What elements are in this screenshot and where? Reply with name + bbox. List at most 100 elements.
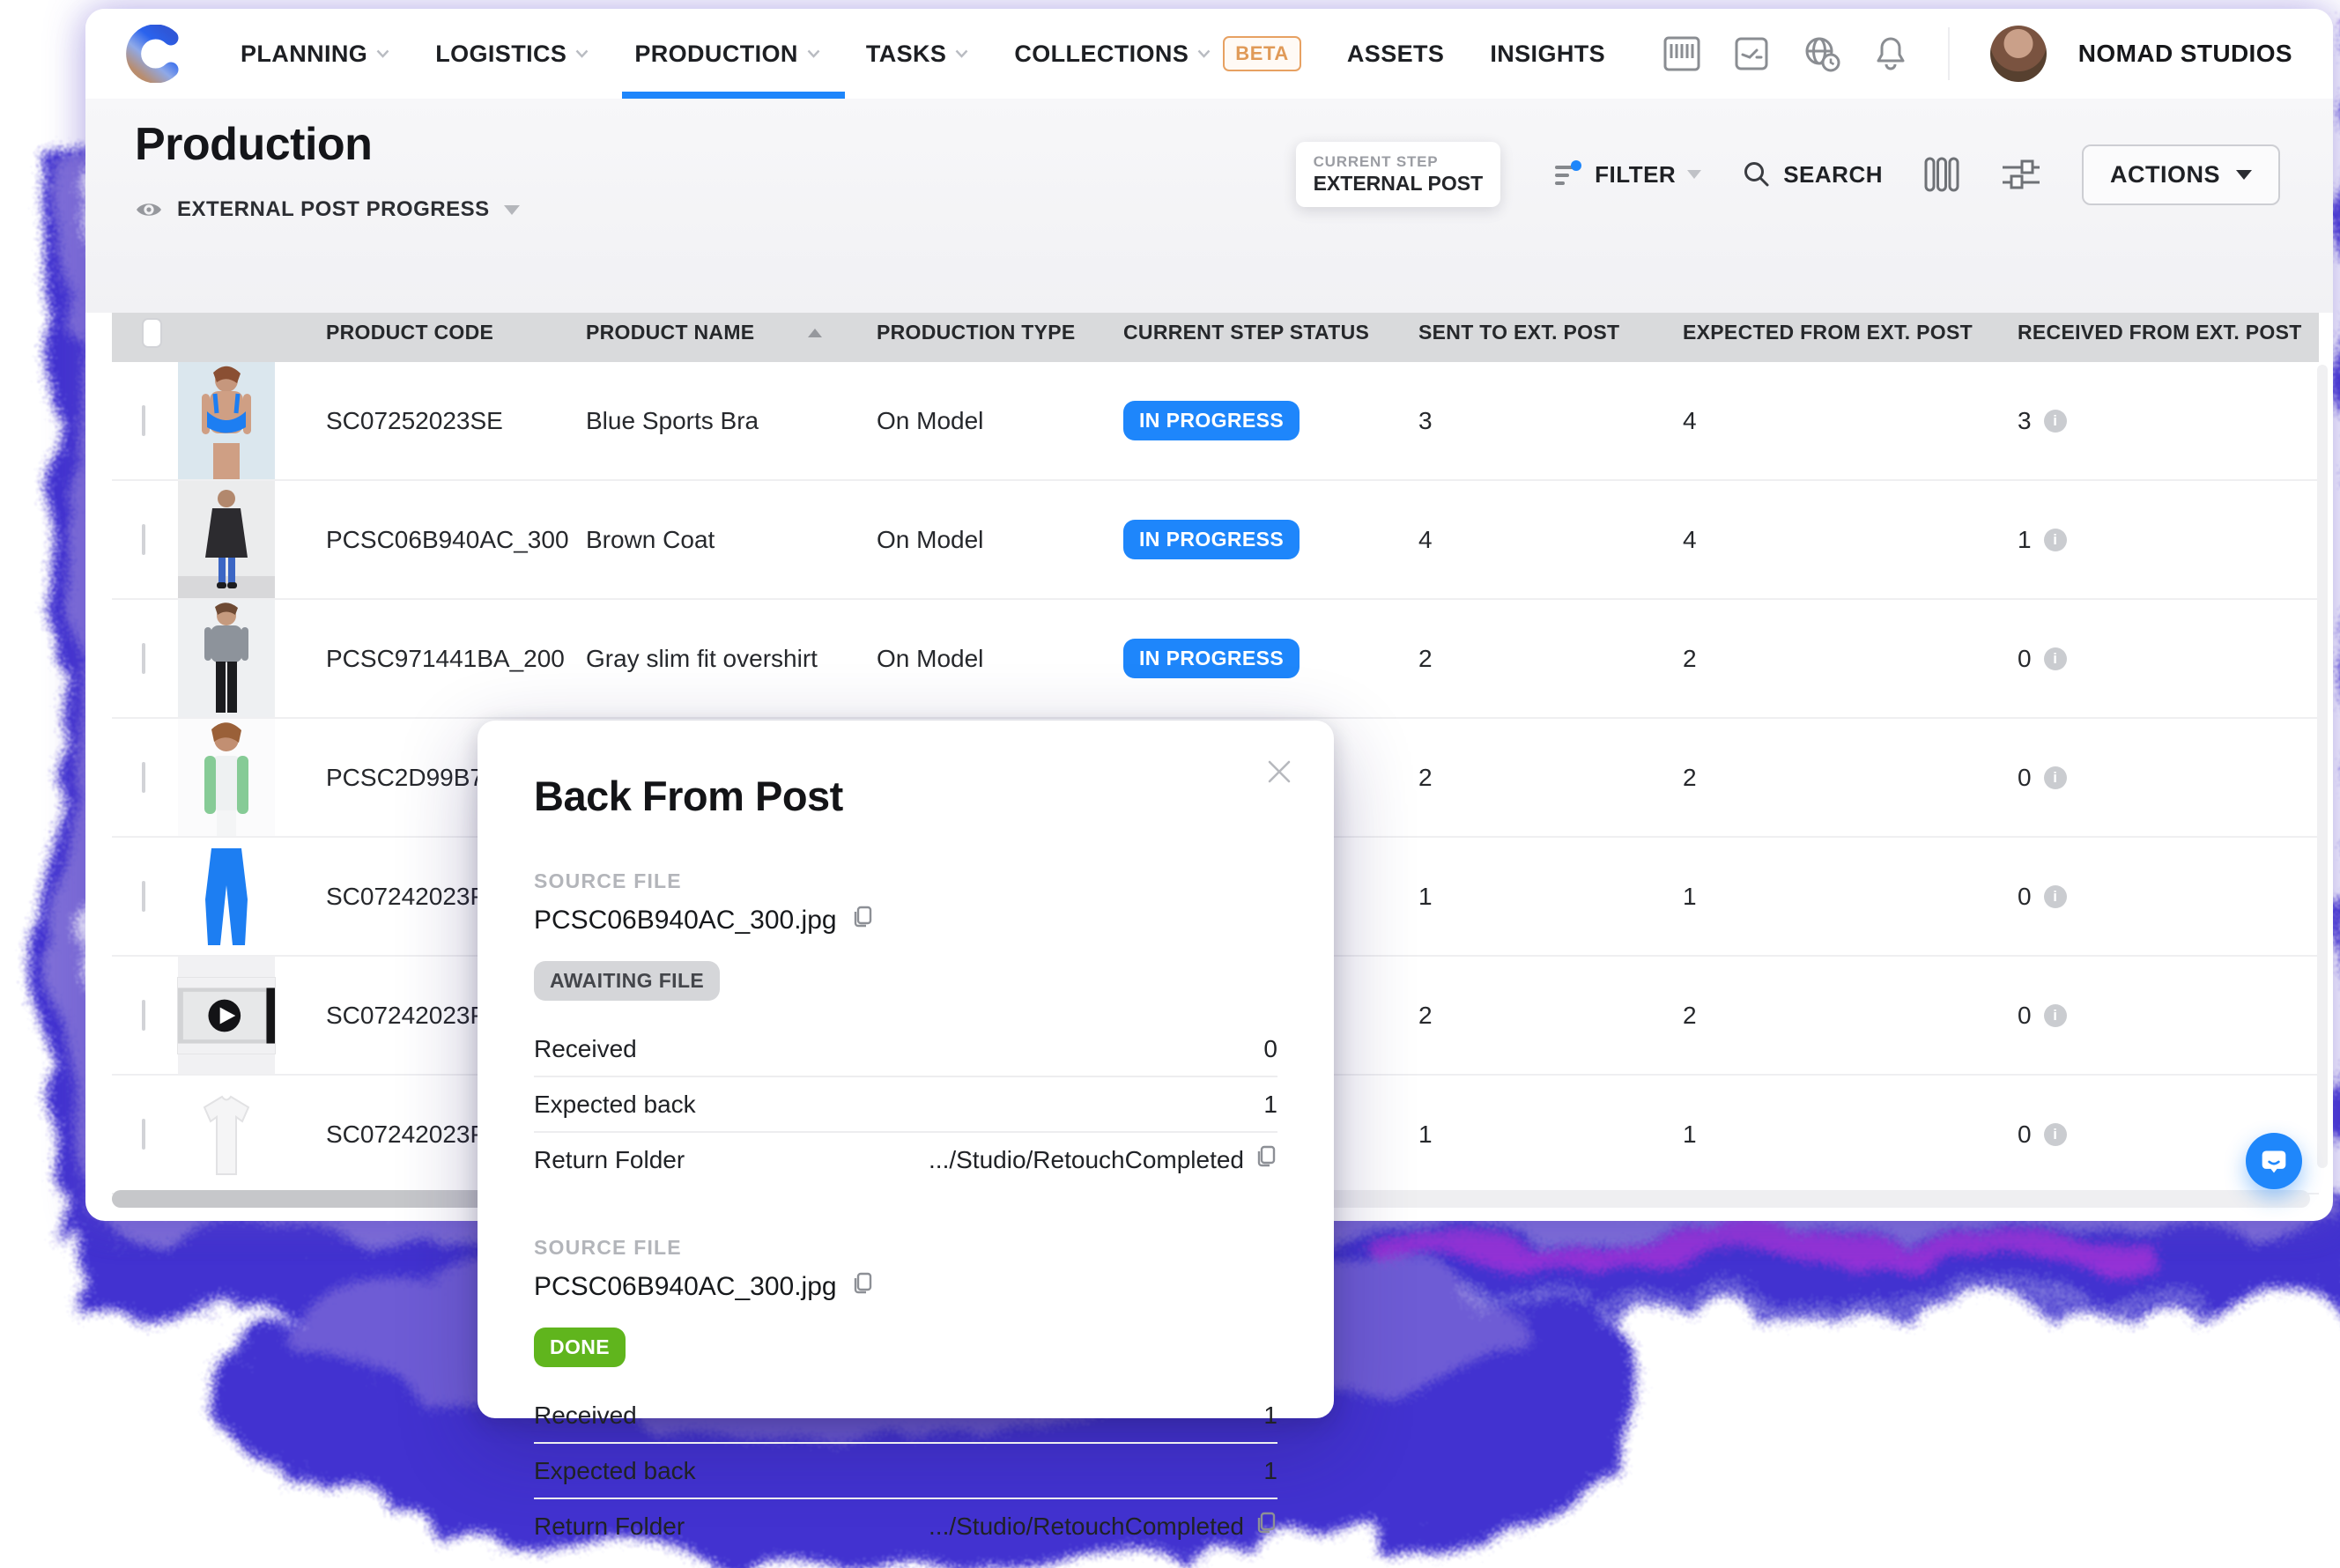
info-icon[interactable]: i	[2044, 410, 2067, 433]
source-file-section: SOURCE FILEPCSC06B940AC_300.jpgDONERecei…	[534, 1236, 1277, 1553]
nav-item-collections[interactable]: COLLECTIONSBETA	[1014, 9, 1301, 99]
table-row[interactable]: SC07252023SEBlue Sports BraOn ModelIN PR…	[112, 362, 2319, 481]
table-settings-button[interactable]	[2001, 155, 2041, 194]
product-thumbnail[interactable]	[178, 838, 275, 955]
filter-label: FILTER	[1595, 161, 1676, 189]
column-header[interactable]: PRODUCT NAME	[570, 321, 861, 344]
nav-item-assets[interactable]: ASSETS	[1347, 9, 1444, 99]
row-checkbox[interactable]	[142, 524, 145, 555]
columns-toggle-button[interactable]	[1923, 155, 1960, 194]
global-time-icon[interactable]	[1802, 34, 1842, 73]
product-thumbnail[interactable]	[178, 362, 275, 479]
thumbnail-cell	[178, 719, 310, 836]
nav-item-insights[interactable]: INSIGHTS	[1490, 9, 1605, 99]
expected-cell: 1	[1667, 1121, 2002, 1149]
row-checkbox[interactable]	[142, 881, 145, 912]
barcode-icon[interactable]	[1662, 35, 1701, 72]
page-title: Production	[135, 118, 372, 171]
received-value: 0	[1263, 1035, 1277, 1063]
column-header[interactable]: PRODUCT CODE	[310, 321, 570, 344]
modal-sections: SOURCE FILEPCSC06B940AC_300.jpgAWAITING …	[534, 869, 1277, 1553]
nav-item-planning[interactable]: PLANNING	[241, 9, 389, 99]
product-thumbnail[interactable]	[178, 481, 275, 598]
chevron-down-icon	[1197, 49, 1211, 58]
return-folder-value: .../Studio/RetouchCompleted	[929, 1146, 1244, 1174]
filter-button[interactable]: FILTER	[1553, 159, 1701, 190]
copy-icon[interactable]	[851, 1271, 874, 1303]
thumbnail-cell	[178, 957, 310, 1074]
filter-icon	[1553, 159, 1583, 190]
sent-cell: 2	[1403, 1002, 1667, 1030]
column-header[interactable]: SENT TO EXT. POST	[1403, 321, 1667, 344]
info-icon[interactable]: i	[2044, 885, 2067, 908]
product-thumbnail[interactable]	[178, 719, 275, 836]
status-badge: IN PROGRESS	[1123, 639, 1300, 678]
columns-icon	[1923, 155, 1960, 194]
actions-button[interactable]: ACTIONS	[2082, 144, 2280, 205]
select-all-checkbox[interactable]	[142, 318, 162, 348]
row-checkbox[interactable]	[142, 643, 145, 674]
return-folder-row: Return Folder.../Studio/RetouchCompleted	[534, 1499, 1277, 1553]
close-icon[interactable]	[1262, 754, 1297, 789]
nav-item-logistics[interactable]: LOGISTICS	[435, 9, 589, 99]
production-type-cell: On Model	[861, 645, 1107, 673]
notifications-icon[interactable]	[1874, 34, 1907, 73]
expected-back-label: Expected back	[534, 1091, 696, 1119]
received-cell: 0i	[2002, 764, 2319, 792]
received-cell: 0i	[2002, 645, 2319, 673]
product-thumbnail[interactable]	[178, 1076, 275, 1193]
view-selector[interactable]: EXTERNAL POST PROGRESS	[135, 197, 520, 222]
column-header[interactable]: PRODUCTION TYPE	[861, 321, 1107, 344]
received-cell: 0i	[2002, 1002, 2319, 1030]
row-select-cell	[112, 407, 178, 435]
row-checkbox[interactable]	[142, 1119, 145, 1150]
chat-icon	[2260, 1147, 2288, 1175]
expected-back-value: 1	[1263, 1457, 1277, 1485]
copy-icon[interactable]	[1255, 1144, 1277, 1175]
nav-item-label: TASKS	[866, 41, 947, 68]
info-icon[interactable]: i	[2044, 1123, 2067, 1146]
thumbnail-cell	[178, 838, 310, 955]
search-button[interactable]: SEARCH	[1742, 159, 1883, 189]
received-row: Received0	[534, 1022, 1277, 1077]
file-status-badge: AWAITING FILE	[534, 961, 720, 1001]
nav-right-cluster: NOMAD STUDIOS	[1662, 26, 2292, 82]
nav-item-tasks[interactable]: TASKS	[866, 9, 969, 99]
info-icon[interactable]: i	[2044, 766, 2067, 789]
avatar[interactable]	[1990, 26, 2047, 82]
sent-cell: 2	[1403, 645, 1667, 673]
received-cell: 1i	[2002, 526, 2319, 554]
table-row[interactable]: PCSC06B940AC_300Brown CoatOn ModelIN PRO…	[112, 481, 2319, 600]
table-row[interactable]: PCSC971441BA_200Gray slim fit overshirtO…	[112, 600, 2319, 719]
copy-icon[interactable]	[851, 905, 874, 936]
info-icon[interactable]: i	[2044, 529, 2067, 551]
chevron-down-icon	[376, 49, 389, 58]
copy-icon[interactable]	[1255, 1511, 1277, 1542]
return-folder-value: .../Studio/RetouchCompleted	[929, 1513, 1244, 1541]
info-icon[interactable]: i	[2044, 1004, 2067, 1027]
product-thumbnail[interactable]	[178, 957, 275, 1074]
product-thumbnail[interactable]	[178, 600, 275, 717]
column-header[interactable]: CURRENT STEP STATUS	[1107, 321, 1403, 344]
sent-cell: 3	[1403, 407, 1667, 435]
current-step-chip: CURRENT STEP EXTERNAL POST	[1296, 142, 1501, 207]
column-header[interactable]: RECEIVED FROM EXT. POST	[2002, 321, 2319, 344]
media-review-icon[interactable]	[1733, 35, 1770, 72]
row-checkbox[interactable]	[142, 762, 145, 793]
chat-launcher-button[interactable]	[2246, 1133, 2302, 1189]
row-checkbox[interactable]	[142, 405, 145, 436]
nav-item-label: INSIGHTS	[1490, 41, 1605, 68]
sliders-icon	[2001, 155, 2041, 194]
row-select-cell	[112, 1002, 178, 1030]
row-select-cell	[112, 1121, 178, 1149]
account-name[interactable]: NOMAD STUDIOS	[2078, 40, 2292, 68]
column-header[interactable]: EXPECTED FROM EXT. POST	[1667, 321, 2002, 344]
received-value: 3	[2018, 407, 2032, 435]
row-checkbox[interactable]	[142, 1000, 145, 1031]
app-logo-icon[interactable]	[126, 25, 184, 83]
current-step-status-cell: IN PROGRESS	[1107, 639, 1403, 678]
nav-item-production[interactable]: PRODUCTION	[634, 9, 820, 99]
received-value: 0	[2018, 1121, 2032, 1149]
thumbnail-cell	[178, 362, 310, 479]
info-icon[interactable]: i	[2044, 647, 2067, 670]
